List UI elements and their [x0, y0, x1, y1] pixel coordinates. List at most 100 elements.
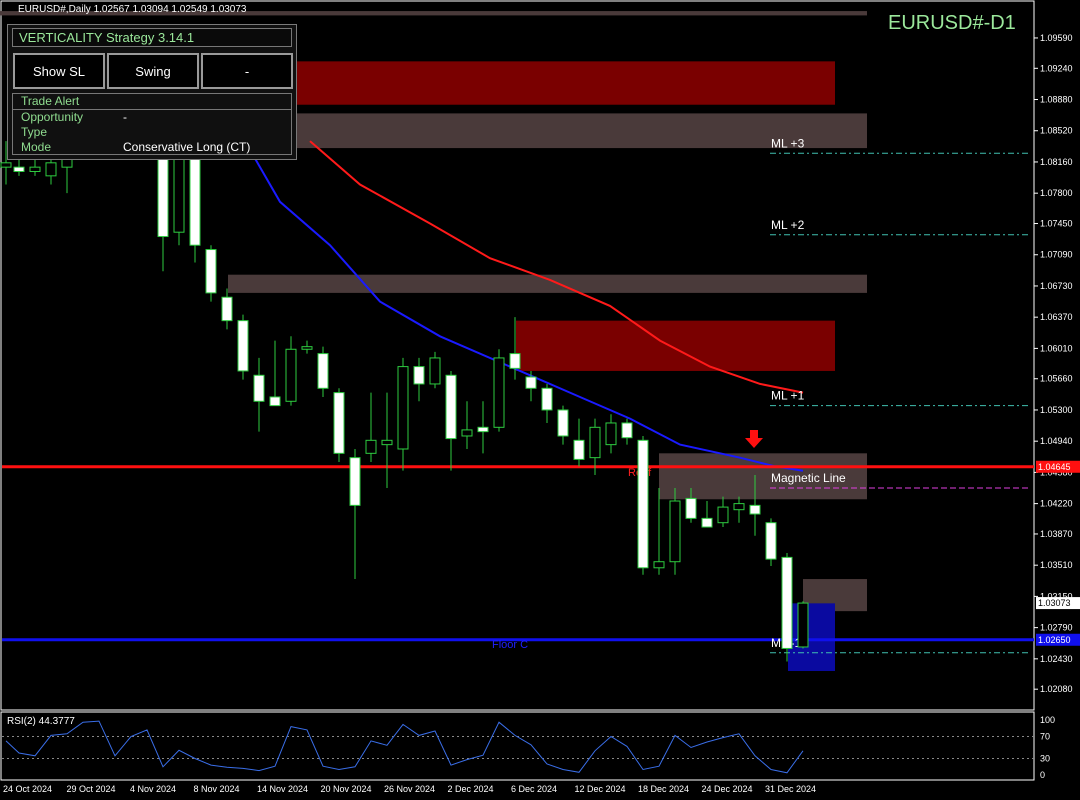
time-axis-label: 24 Dec 2024	[702, 784, 753, 794]
type-row: Type	[13, 125, 291, 140]
floor-price-tag: 1.02650	[1038, 635, 1071, 645]
show-sl-button[interactable]: Show SL	[13, 53, 105, 89]
candle-body	[477, 426, 489, 433]
candle-body	[205, 249, 217, 294]
dash-button[interactable]: -	[201, 53, 293, 89]
price-tick-label: 1.03510	[1040, 560, 1073, 570]
time-axis-label: 8 Nov 2024	[194, 784, 240, 794]
price-tick-label: 1.03870	[1040, 529, 1073, 539]
price-tick-label: 1.09240	[1040, 63, 1073, 73]
zone-box	[516, 320, 835, 371]
mode-label: Mode	[21, 140, 52, 154]
candle-body	[269, 396, 281, 407]
candle-body	[765, 522, 777, 560]
candle-body	[749, 504, 761, 515]
candle-body	[429, 357, 441, 385]
time-axis-label: 31 Dec 2024	[765, 784, 816, 794]
candle-body	[397, 366, 409, 450]
candle-body	[285, 348, 297, 402]
candle-body	[525, 376, 537, 389]
time-axis-label: 14 Nov 2024	[257, 784, 308, 794]
candle-body	[13, 166, 25, 172]
time-axis-label: 24 Oct 2024	[3, 784, 52, 794]
opportunity-label: Opportunity	[21, 110, 84, 124]
price-tick-label: 1.02430	[1040, 654, 1073, 664]
zone-box	[228, 274, 867, 293]
rsi-pane-border	[0, 711, 1035, 781]
rsi-tick-label: 70	[1040, 732, 1050, 742]
candle-body	[45, 162, 57, 177]
time-axis-label: 26 Nov 2024	[384, 784, 435, 794]
candle-body	[589, 426, 601, 459]
candle-body	[253, 374, 265, 402]
candle-body	[701, 517, 713, 528]
candle-body	[445, 374, 457, 440]
candle-body	[317, 353, 329, 389]
price-tick-label: 1.05300	[1040, 405, 1073, 415]
ml-level-label: Magnetic Line	[771, 471, 846, 485]
ml-level-label: ML +1	[771, 389, 805, 403]
time-axis-label: 4 Nov 2024	[130, 784, 176, 794]
price-tick-label: 1.07800	[1040, 188, 1073, 198]
candle-body	[221, 296, 233, 322]
candle-body	[381, 439, 393, 446]
candle-body	[541, 387, 553, 411]
candle-body	[0, 162, 12, 168]
type-label: Type	[21, 125, 48, 139]
mode-row: Mode Conservative Long (CT)	[13, 140, 291, 155]
chart-symbol-title: EURUSD#-D1	[888, 12, 1016, 34]
candle-body	[349, 457, 361, 506]
info-table: Trade Alert Opportunity - Type Mode Cons…	[12, 93, 292, 155]
rsi-line	[5, 720, 804, 774]
opportunity-row: Opportunity -	[13, 110, 291, 125]
candle-body	[797, 602, 809, 648]
panel-title: VERTICALITY Strategy 3.14.1	[12, 28, 292, 47]
price-tick-label: 1.06010	[1040, 343, 1073, 353]
opportunity-value: -	[123, 110, 127, 124]
rsi-tick-label: 0	[1040, 770, 1045, 780]
candle-body	[237, 320, 249, 372]
candle-body	[365, 439, 377, 454]
price-tick-label: 1.02080	[1040, 684, 1073, 694]
price-tick-label: 1.05660	[1040, 374, 1073, 384]
floor-label: Floor C	[492, 639, 528, 651]
rsi-tick-label: 30	[1040, 754, 1050, 764]
price-tick-label: 1.07090	[1040, 250, 1073, 260]
ml-level-label: ML +2	[771, 218, 805, 232]
price-tick-label: 1.06370	[1040, 312, 1073, 322]
roof-price-tag: 1.04645	[1038, 462, 1071, 472]
time-axis-label: 29 Oct 2024	[67, 784, 116, 794]
price-tick-label: 1.06730	[1040, 281, 1073, 291]
candle-body	[605, 422, 617, 446]
candle-body	[557, 409, 569, 437]
candle-body	[653, 561, 665, 569]
time-axis-label: 6 Dec 2024	[511, 784, 557, 794]
price-tick-label: 1.07450	[1040, 219, 1073, 229]
candle-body	[669, 500, 681, 563]
swing-button[interactable]: Swing	[107, 53, 199, 89]
symbol-info: EURUSD#,Daily 1.02567 1.03094 1.02549 1.…	[18, 4, 247, 15]
price-tick-label: 1.04940	[1040, 436, 1073, 446]
candle-body	[413, 366, 425, 385]
candle-body	[493, 357, 505, 428]
candle-body	[301, 346, 313, 350]
strategy-panel: VERTICALITY Strategy 3.14.1 Show SL Swin…	[7, 24, 297, 160]
ml-level-label: ML +3	[771, 136, 805, 150]
rsi-tick-label: 100	[1040, 715, 1055, 725]
price-tick-label: 1.08520	[1040, 126, 1073, 136]
mode-value: Conservative Long (CT)	[123, 140, 251, 154]
price-tick-label: 1.04220	[1040, 499, 1073, 509]
candle-body	[637, 439, 649, 569]
price-tick-label: 1.02790	[1040, 623, 1073, 633]
candle-body	[717, 506, 729, 524]
candle-body	[333, 392, 345, 454]
time-axis-label: 2 Dec 2024	[448, 784, 494, 794]
candle-body	[29, 166, 41, 172]
rsi-label: RSI(2) 44.3777	[7, 716, 75, 727]
candle-body	[621, 422, 633, 439]
trade-alert-row: Trade Alert	[13, 94, 291, 110]
current-price-tag: 1.03073	[1038, 598, 1071, 608]
moving-average-blue	[239, 132, 804, 472]
candle-body	[685, 497, 697, 519]
down-arrow-icon	[745, 430, 763, 448]
